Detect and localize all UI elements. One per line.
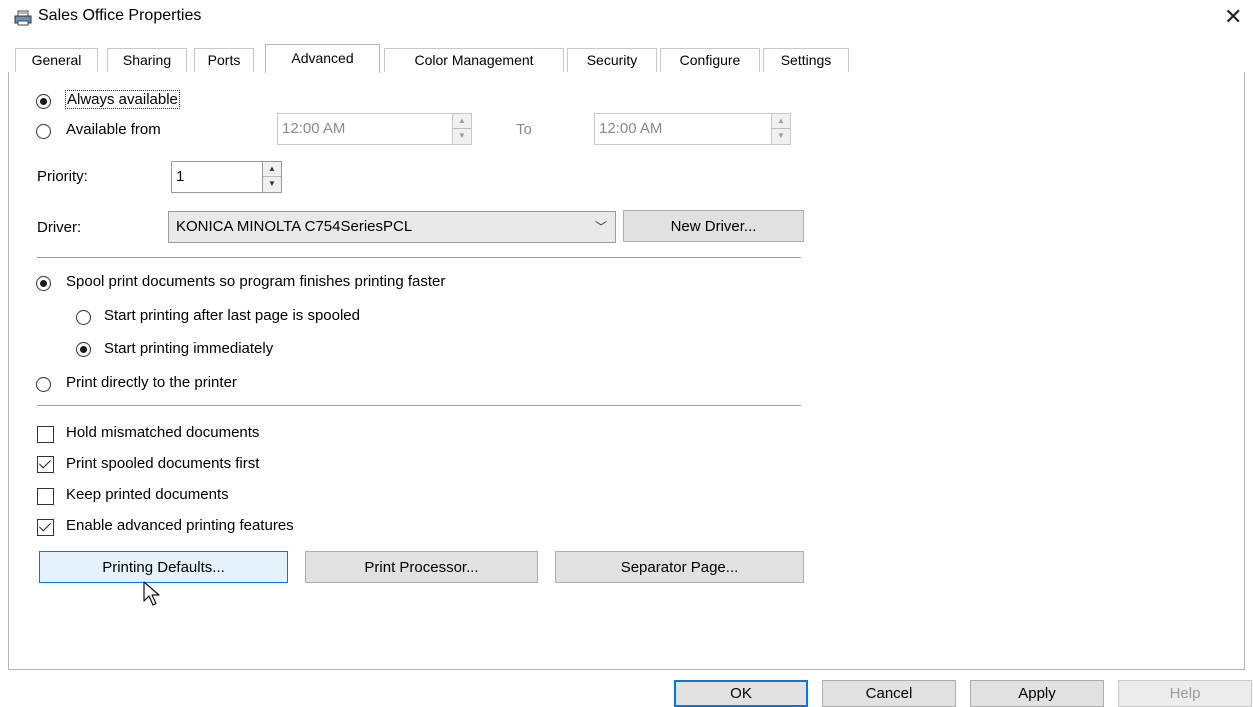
priority-label: Priority:: [37, 168, 88, 185]
keep-printed-checkbox[interactable]: [37, 488, 54, 505]
start-after-last-page-label[interactable]: Start printing after last page is spoole…: [104, 307, 360, 324]
driver-select[interactable]: KONICA MINOLTA C754SeriesPCL ﹀: [168, 211, 616, 243]
spool-radio[interactable]: [36, 276, 51, 291]
apply-button[interactable]: Apply: [970, 680, 1104, 707]
hold-mismatched-label[interactable]: Hold mismatched documents: [66, 424, 259, 441]
ok-button[interactable]: OK: [674, 680, 808, 707]
enable-advanced-features-label[interactable]: Enable advanced printing features: [66, 517, 294, 534]
available-to-time-input[interactable]: 12:00 AM: [594, 113, 772, 145]
available-to-time-spinner[interactable]: ▲ ▼: [771, 113, 791, 145]
to-label: To: [516, 121, 532, 138]
always-available-radio[interactable]: [36, 94, 51, 109]
spin-up-icon[interactable]: ▲: [263, 162, 281, 177]
chevron-down-icon: ﹀: [594, 220, 607, 234]
help-button[interactable]: Help: [1118, 680, 1252, 707]
cancel-button[interactable]: Cancel: [822, 680, 956, 707]
priority-spinner[interactable]: ▲ ▼: [262, 161, 282, 193]
new-driver-button[interactable]: New Driver...: [623, 210, 804, 242]
print-processor-button[interactable]: Print Processor...: [305, 551, 538, 583]
separator: [37, 405, 801, 406]
print-directly-radio[interactable]: [36, 377, 51, 392]
tab-color-management[interactable]: Color Management: [384, 48, 564, 72]
separator-page-button[interactable]: Separator Page...: [555, 551, 804, 583]
print-spooled-first-checkbox[interactable]: [37, 456, 54, 473]
print-spooled-first-label[interactable]: Print spooled documents first: [66, 455, 259, 472]
tab-security[interactable]: Security: [567, 48, 657, 72]
enable-advanced-features-checkbox[interactable]: [37, 519, 54, 536]
priority-input[interactable]: 1: [171, 161, 263, 193]
always-available-label[interactable]: Always available: [65, 90, 180, 109]
spool-label[interactable]: Spool print documents so program finishe…: [66, 273, 445, 290]
start-immediately-label[interactable]: Start printing immediately: [104, 340, 273, 357]
tab-advanced[interactable]: Advanced: [265, 44, 380, 73]
available-from-time-spinner[interactable]: ▲ ▼: [452, 113, 472, 145]
hold-mismatched-checkbox[interactable]: [37, 426, 54, 443]
available-from-time-input[interactable]: 12:00 AM: [277, 113, 453, 145]
keep-printed-label[interactable]: Keep printed documents: [66, 486, 229, 503]
tab-settings[interactable]: Settings: [763, 48, 849, 72]
tab-sharing[interactable]: Sharing: [107, 48, 187, 72]
available-from-radio[interactable]: [36, 124, 51, 139]
tab-general[interactable]: General: [15, 48, 98, 72]
print-directly-label[interactable]: Print directly to the printer: [66, 374, 237, 391]
driver-select-value: KONICA MINOLTA C754SeriesPCL: [176, 218, 413, 235]
start-immediately-radio[interactable]: [76, 342, 91, 357]
available-from-label[interactable]: Available from: [66, 121, 161, 138]
window-title: Sales Office Properties: [38, 7, 202, 24]
tab-ports[interactable]: Ports: [194, 48, 254, 72]
start-after-last-page-radio[interactable]: [76, 310, 91, 325]
spin-up-icon[interactable]: ▲: [772, 114, 790, 129]
separator: [37, 257, 801, 258]
mouse-cursor-icon: [143, 581, 160, 606]
printer-icon: [14, 10, 32, 26]
tab-configure[interactable]: Configure: [660, 48, 760, 72]
spin-down-icon[interactable]: ▼: [453, 129, 471, 144]
spin-up-icon[interactable]: ▲: [453, 114, 471, 129]
spin-down-icon[interactable]: ▼: [772, 129, 790, 144]
driver-label: Driver:: [37, 219, 82, 236]
close-icon[interactable]: ✕: [1224, 6, 1242, 28]
printing-defaults-button[interactable]: Printing Defaults...: [39, 551, 288, 583]
spin-down-icon[interactable]: ▼: [263, 177, 281, 192]
